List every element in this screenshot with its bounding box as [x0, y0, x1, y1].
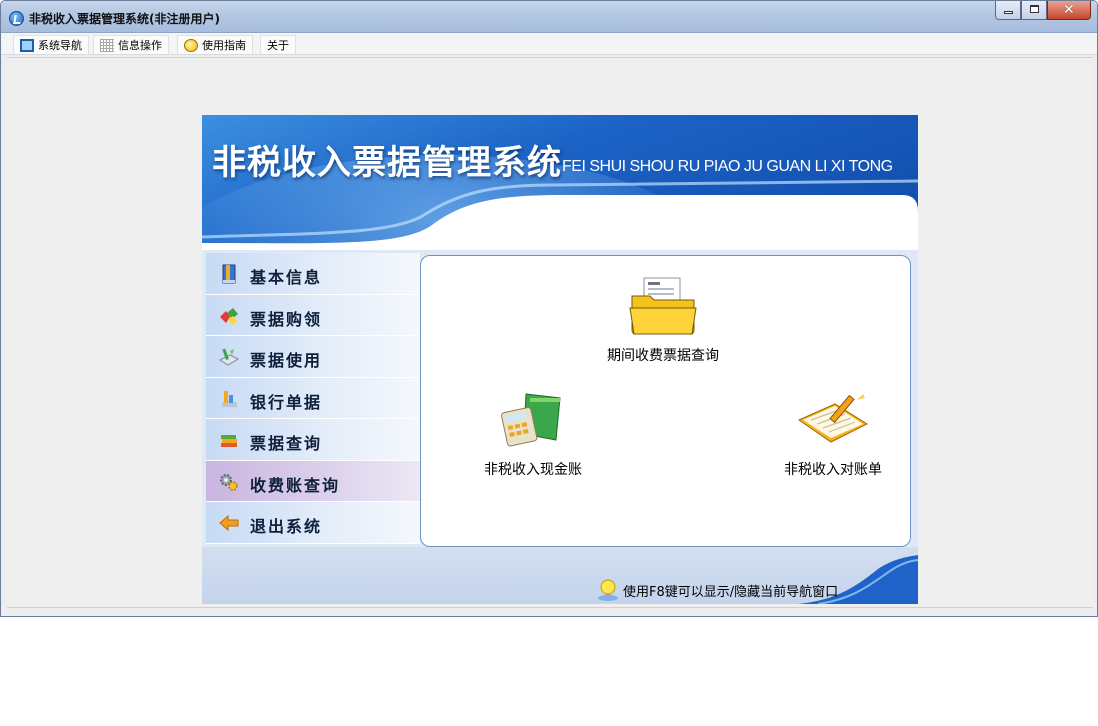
sidebar-item-label: 基本信息: [250, 268, 323, 287]
help-bulb-icon: [184, 38, 198, 52]
banner: 非税收入票据管理系统 FEI SHUI SHOU RU PIAO JU GUAN…: [202, 115, 918, 250]
banner-title: 非税收入票据管理系统: [212, 143, 562, 183]
sidebar-item-label: 银行单据: [250, 392, 323, 412]
window-title: 非税收入票据管理系统(非注册用户): [29, 12, 220, 26]
monitor-icon: [20, 38, 34, 52]
maximize-button[interactable]: [1021, 1, 1047, 20]
banner-pinyin: FEI SHUI SHOU RU PIAO JU GUAN LI XI TONG: [562, 158, 893, 175]
sidebar-item-label: 票据使用: [250, 351, 323, 370]
window-controls: ✕: [995, 1, 1091, 20]
sidebar-item-ticket-usage[interactable]: 票据使用: [206, 336, 420, 378]
function-area: 期间收费票据查询 非税收入现金账 非税收入对账单: [420, 255, 911, 547]
function-period-ticket-query[interactable]: 期间收费票据查询: [593, 274, 733, 365]
calculator-book-icon: [501, 393, 561, 447]
gems-icon: [220, 307, 238, 325]
close-icon: ✕: [1063, 2, 1075, 18]
footer-tip: 使用F8键可以显示/隐藏当前导航窗口: [623, 585, 839, 600]
sidebar-item-exit[interactable]: 退出系统: [206, 502, 420, 544]
sidebar-item-ticket-query[interactable]: 票据查询: [206, 419, 420, 461]
menu-user-guide[interactable]: 使用指南: [177, 35, 253, 54]
menu-label: 系统导航: [38, 39, 82, 52]
book-icon: [222, 264, 236, 284]
minimize-icon: [1004, 11, 1013, 14]
menu-system-nav[interactable]: 系统导航: [13, 35, 89, 54]
sidebar-item-ticket-purchase[interactable]: 票据购领: [206, 294, 420, 336]
sidebar-item-label: 票据购领: [250, 309, 323, 329]
restore-icon: [1030, 5, 1039, 13]
arrow-left-icon: [219, 514, 239, 532]
menu-about[interactable]: 关于: [260, 35, 296, 54]
grid-icon: [100, 38, 114, 52]
navigation-panel: 非税收入票据管理系统 FEI SHUI SHOU RU PIAO JU GUAN…: [202, 115, 918, 604]
sidebar-item-label: 收费账查询: [250, 475, 341, 495]
minimize-button[interactable]: [995, 1, 1021, 20]
sidebar: 基本信息 票据购领 票据使用 银行单据 票据查询 收费账查询 退出系统: [206, 253, 420, 544]
function-label: 期间收费票据查询: [607, 348, 719, 364]
function-label: 非税收入对账单: [784, 462, 882, 478]
status-bar: [7, 607, 1093, 613]
sidebar-item-basic-info[interactable]: 基本信息: [206, 253, 420, 295]
sidebar-item-fee-account-query[interactable]: 收费账查询: [206, 460, 420, 502]
title-bar[interactable]: 非税收入票据管理系统(非注册用户) ✕: [1, 1, 1097, 33]
menu-label: 使用指南: [202, 39, 246, 52]
folder-files-icon: [629, 277, 697, 335]
app-icon: [9, 11, 24, 26]
books-stack-icon: [221, 435, 237, 447]
menu-label: 信息操作: [118, 39, 162, 52]
menu-bar: 系统导航 信息操作 使用指南 关于: [1, 33, 1097, 55]
sidebar-item-label: 退出系统: [250, 517, 323, 536]
close-button[interactable]: ✕: [1047, 1, 1091, 20]
function-cash-account[interactable]: 非税收入现金账: [471, 390, 595, 479]
menu-info-operation[interactable]: 信息操作: [93, 35, 169, 54]
function-label: 非税收入现金账: [484, 462, 582, 478]
sidebar-item-label: 票据查询: [250, 434, 323, 453]
lightbulb-icon: [598, 579, 618, 601]
bank-bill-icon: [222, 390, 237, 407]
gears-icon: [220, 473, 238, 491]
notebook-pen-icon: [797, 394, 869, 443]
sidebar-item-bank-bill[interactable]: 银行单据: [206, 377, 420, 419]
function-reconciliation-statement[interactable]: 非税收入对账单: [771, 390, 895, 479]
document-pen-icon: [218, 348, 240, 366]
menu-label: 关于: [267, 39, 289, 52]
